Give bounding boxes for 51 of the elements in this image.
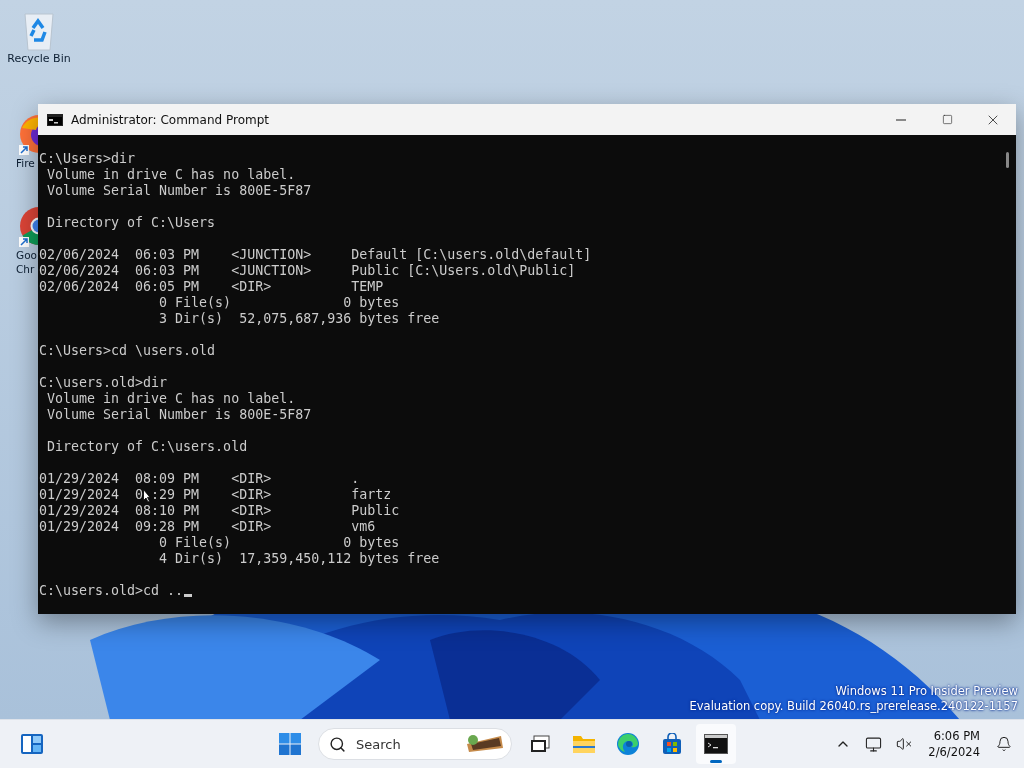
- console-line: Volume Serial Number is 800E-5F87: [46, 407, 312, 423]
- taskbar-app[interactable]: [696, 724, 736, 764]
- console-app-icon: [47, 113, 63, 126]
- console-line: Volume in drive C has no label.: [46, 391, 296, 407]
- folder-icon: [572, 734, 596, 754]
- clock-date: 2/6/2024: [928, 744, 980, 760]
- console-line: 02/06/2024 06:03 PM <JUNCTION> Public [C:\Users.old\Public]: [39, 263, 576, 279]
- console-line: C:\users.old>dir: [39, 375, 168, 391]
- mouse-pointer-icon: [143, 489, 152, 503]
- clock-time: 6:06 PM: [933, 728, 980, 744]
- console-line: 02/06/2024 06:05 PM <DIR> TEMP: [39, 279, 384, 295]
- clock[interactable]: 6:06 PM 2/6/2024: [922, 728, 986, 760]
- icon-label: Goo: [16, 248, 37, 262]
- icon-label: Recycle Bin: [7, 52, 71, 66]
- console-line: 01/29/2024 0: [39, 487, 144, 503]
- console-line: 01/29/2024 08:09 PM <DIR> .: [39, 471, 360, 487]
- text-cursor: [184, 594, 193, 597]
- maximize-icon: [941, 114, 953, 125]
- console-line: Volume in drive C has no label.: [46, 167, 296, 183]
- start-icon: [279, 733, 301, 755]
- console-line: 4 Dir(s) 17,359,450,112 bytes free: [158, 551, 440, 567]
- console-line: :29 PM <DIR> fartz: [151, 487, 392, 503]
- console-line: Volume Serial Number is 800E-5F87: [46, 183, 312, 199]
- console-line: Directory of C:\users.old: [46, 439, 248, 455]
- console-line: 01/29/2024 09:28 PM <DIR> vm6: [39, 519, 376, 535]
- console-line: 02/06/2024 06:03 PM <JUNCTION> Default [C:\users.old\default]: [39, 247, 592, 263]
- search-input[interactable]: Search: [354, 735, 457, 753]
- store-icon: [661, 733, 683, 755]
- muted-speaker-icon: [896, 736, 913, 752]
- scrollbar-thumb[interactable]: [1006, 152, 1009, 168]
- browser-icon: [616, 732, 640, 756]
- terminal-icon: [704, 734, 728, 754]
- task-view-icon: [530, 735, 550, 753]
- widgets-icon: [20, 733, 44, 755]
- icon-label: Chr: [16, 262, 35, 276]
- console-line: 0 File(s) 0 bytes: [158, 535, 400, 551]
- console-line: C:\users.old>cd ..: [39, 583, 193, 599]
- search-icon: [329, 735, 346, 753]
- console-line: 0 File(s) 0 bytes: [158, 295, 400, 311]
- bell-icon: [996, 736, 1012, 752]
- console-line: 3 Dir(s) 52,075,687,936 bytes free: [158, 311, 440, 327]
- search-bar[interactable]: Search: [318, 728, 512, 760]
- minimize-icon: [896, 118, 906, 121]
- window-title: Administrator: Command Prompt: [71, 112, 270, 127]
- console-line: Directory of C:\Users: [46, 215, 216, 231]
- console-line: C:\Users>cd \users.old: [39, 343, 216, 359]
- evaluation-notice: Windows 11 Pro Insider Preview: [835, 684, 1018, 699]
- console-line: C:\Users>dir: [39, 151, 136, 167]
- monitor-icon: [865, 735, 883, 753]
- icon-label: Fire: [16, 156, 35, 170]
- console-line: 01/29/2024 08:10 PM <DIR> Public: [39, 503, 400, 519]
